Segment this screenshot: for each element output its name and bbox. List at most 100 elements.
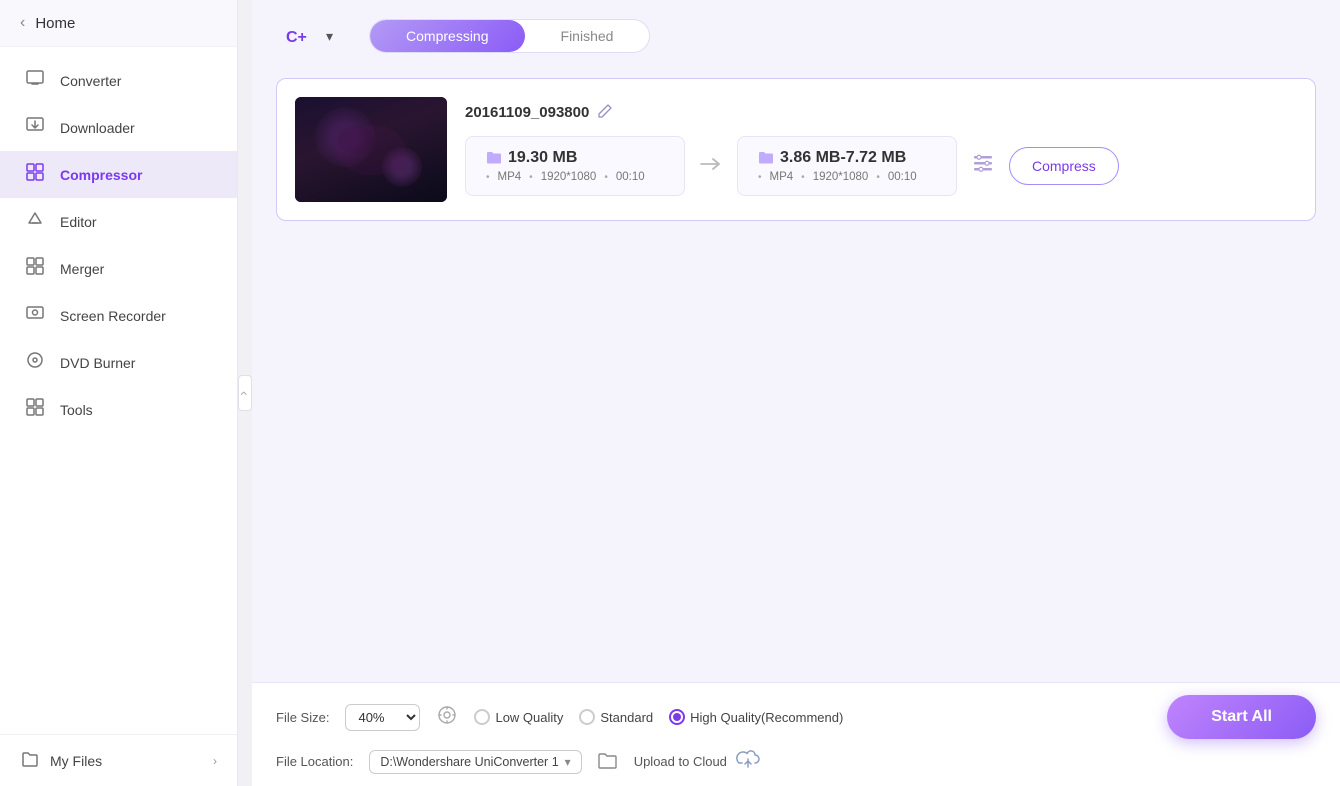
target-size: 3.86 MB-7.72 MB [780, 149, 906, 167]
converter-label: Converter [60, 73, 121, 89]
source-size-row: 19.30 MB [486, 149, 664, 167]
sidebar-item-editor[interactable]: Editor [0, 198, 237, 245]
tab-compressing[interactable]: Compressing [370, 20, 524, 52]
radio-high-label: High Quality(Recommend) [690, 710, 843, 725]
svg-text:C+: C+ [286, 29, 307, 46]
target-size-row: 3.86 MB-7.72 MB [758, 149, 936, 167]
target-folder-icon [758, 150, 774, 167]
radio-low-label: Low Quality [495, 710, 563, 725]
chevron-left-icon: ‹ [20, 14, 25, 32]
logo-dropdown-icon[interactable]: ▾ [326, 28, 333, 45]
home-label: Home [35, 15, 75, 32]
source-format: MP4 [498, 171, 522, 183]
content-area: 20161109_093800 [252, 64, 1340, 682]
app-logo: C+ ▾ [282, 18, 333, 54]
quality-radio-group: Low Quality Standard High Quality(Recomm… [474, 709, 843, 725]
file-location-label: File Location: [276, 754, 353, 769]
downloader-label: Downloader [60, 120, 135, 136]
source-dur-dot: • [604, 172, 608, 183]
thumb-svg [331, 120, 411, 180]
merger-label: Merger [60, 261, 104, 277]
file-name-edit-icon[interactable] [597, 103, 613, 122]
file-details-row: 19.30 MB • MP4 • 1920*1080 • 00:10 [465, 136, 1297, 196]
sidebar-item-merger[interactable]: Merger [0, 245, 237, 292]
merger-icon [24, 256, 46, 281]
bottom-row2: File Location: D:\Wondershare UniConvert… [276, 749, 1316, 774]
converter-icon [24, 68, 46, 93]
sidebar-item-tools[interactable]: Tools [0, 386, 237, 433]
radio-low-circle [474, 709, 490, 725]
downloader-icon [24, 115, 46, 140]
compressor-icon [24, 162, 46, 187]
file-size-select[interactable]: 40% 30% 50% 60% 70% 80% [345, 704, 420, 731]
editor-label: Editor [60, 214, 97, 230]
tools-icon [24, 397, 46, 422]
upload-to-cloud-label: Upload to Cloud [634, 754, 727, 769]
thumbnail-inner [295, 97, 447, 202]
radio-high-quality[interactable]: High Quality(Recommend) [669, 709, 843, 725]
file-card: 20161109_093800 [276, 78, 1316, 221]
location-value: D:\Wondershare UniConverter 1 [380, 755, 558, 769]
tab-bar: Compressing Finished [369, 19, 650, 53]
radio-standard-circle [579, 709, 595, 725]
source-meta: • MP4 • 1920*1080 • 00:10 [486, 171, 664, 183]
radio-standard-label: Standard [600, 710, 653, 725]
my-files-arrow-icon: › [213, 754, 217, 768]
source-folder-icon [486, 150, 502, 167]
screen-recorder-label: Screen Recorder [60, 308, 166, 324]
upload-to-cloud-section[interactable]: Upload to Cloud [634, 749, 761, 774]
start-all-button[interactable]: Start All [1167, 695, 1316, 739]
bottom-bar: File Size: 40% 30% 50% 60% 70% 80% [252, 682, 1340, 786]
tools-label: Tools [60, 402, 93, 418]
sidebar-nav: Converter Downloader Compres [0, 47, 237, 734]
source-format-dot: • [486, 172, 490, 183]
main-content: C+ ▾ Compressing Finished [252, 0, 1340, 786]
bottom-row1: File Size: 40% 30% 50% 60% 70% 80% [276, 695, 1316, 739]
file-name: 20161109_093800 [465, 104, 589, 121]
file-location-select[interactable]: D:\Wondershare UniConverter 1 ▾ [369, 750, 581, 774]
target-dur-dot: • [876, 172, 880, 183]
file-settings-button[interactable] [957, 151, 1009, 181]
header: C+ ▾ Compressing Finished [252, 0, 1340, 64]
target-duration: 00:10 [888, 171, 917, 183]
source-res-dot: • [529, 172, 533, 183]
editor-icon [24, 209, 46, 234]
target-format-dot: • [758, 172, 762, 183]
source-duration: 00:10 [616, 171, 645, 183]
sidebar-item-dvd-burner[interactable]: DVD Burner [0, 339, 237, 386]
compress-button[interactable]: Compress [1009, 147, 1119, 185]
dvd-burner-icon [24, 350, 46, 375]
my-files-label: My Files [50, 753, 102, 769]
logo-icon: C+ [282, 18, 318, 54]
quality-settings-icon[interactable] [436, 704, 458, 731]
source-size: 19.30 MB [508, 149, 577, 167]
sidebar-item-converter[interactable]: Converter [0, 57, 237, 104]
dvd-burner-label: DVD Burner [60, 355, 135, 371]
file-source: 19.30 MB • MP4 • 1920*1080 • 00:10 [465, 136, 685, 196]
sidebar-item-screen-recorder[interactable]: Screen Recorder [0, 292, 237, 339]
home-nav-item[interactable]: ‹ Home [0, 0, 237, 47]
tab-finished[interactable]: Finished [525, 20, 650, 52]
source-resolution: 1920*1080 [541, 171, 597, 183]
compressor-label: Compressor [60, 167, 142, 183]
target-resolution: 1920*1080 [813, 171, 869, 183]
sidebar-item-downloader[interactable]: Downloader [0, 104, 237, 151]
cloud-upload-icon [735, 749, 761, 774]
radio-standard[interactable]: Standard [579, 709, 653, 725]
file-thumbnail [295, 97, 447, 202]
sidebar-item-compressor[interactable]: Compressor [0, 151, 237, 198]
radio-low-quality[interactable]: Low Quality [474, 709, 563, 725]
sidebar-collapse-button[interactable]: ‹ [238, 375, 252, 411]
file-size-label: File Size: [276, 710, 329, 725]
my-files-icon [20, 749, 40, 772]
radio-high-circle [669, 709, 685, 725]
file-target: 3.86 MB-7.72 MB • MP4 • 1920*1080 • 00:1… [737, 136, 957, 196]
location-dropdown-icon: ▾ [565, 755, 571, 769]
target-meta: • MP4 • 1920*1080 • 00:10 [758, 171, 936, 183]
target-res-dot: • [801, 172, 805, 183]
my-files-nav-item[interactable]: My Files › [0, 734, 237, 786]
arrow-right-icon [685, 156, 737, 177]
open-folder-icon[interactable] [598, 751, 618, 772]
file-info: 20161109_093800 [465, 103, 1297, 196]
sidebar: ‹ Home Converter Downloader [0, 0, 238, 786]
